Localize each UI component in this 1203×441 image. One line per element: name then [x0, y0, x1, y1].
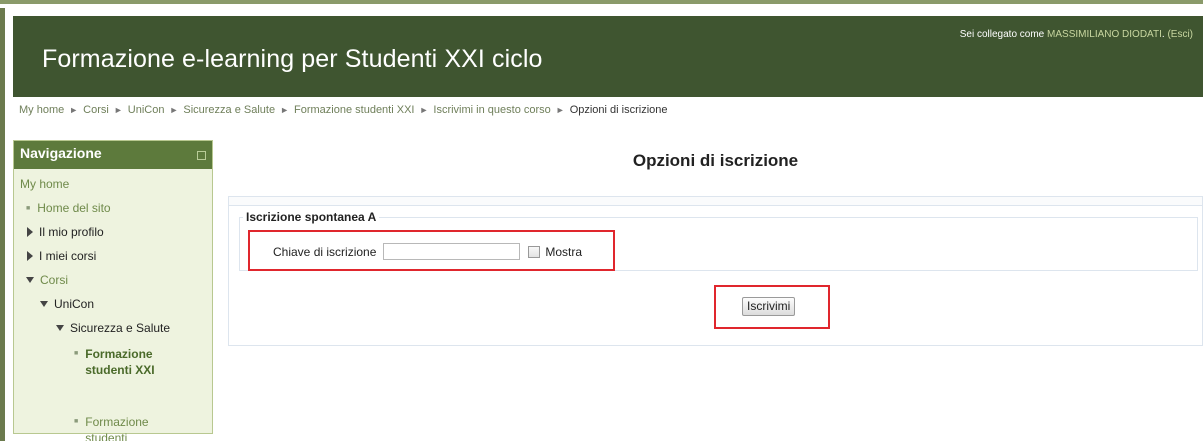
form-top-strip	[229, 197, 1202, 206]
fieldset-legend: Iscrizione spontanea A	[243, 210, 380, 224]
breadcrumb-separator-icon: ►	[419, 105, 429, 115]
enrol-me-button[interactable]: Iscrivimi	[742, 297, 796, 316]
collapse-arrow-icon	[56, 325, 64, 331]
nav-item-my-home[interactable]: My home	[20, 177, 69, 191]
bullet-icon: ■	[26, 205, 31, 212]
breadcrumb-separator-icon: ►	[169, 105, 179, 115]
bullet-icon: ■	[74, 418, 79, 425]
site-title: Formazione e-learning per Studenti XXI c…	[42, 45, 543, 73]
nav-item-label: Corsi	[40, 273, 69, 287]
nav-item-i-miei-corsi[interactable]: I miei corsi	[27, 249, 96, 263]
user-profile-link[interactable]: MASSIMILIANO DIODATI	[1047, 29, 1162, 40]
breadcrumb-unicon[interactable]: UniCon	[128, 104, 165, 116]
nav-item-label: Formazione studenti XXI	[85, 347, 155, 377]
breadcrumb-current: Opzioni di iscrizione	[569, 104, 668, 116]
navigation-block: Navigazione My home ■ Home del sito Il mi…	[13, 140, 213, 441]
enrolment-form: Iscrizione spontanea A Chiave di iscrizi…	[228, 196, 1203, 346]
nav-item-il-mio-profilo[interactable]: Il mio profilo	[27, 225, 104, 239]
navigation-title: Navigazione	[20, 145, 102, 161]
nav-item-unicon[interactable]: UniCon	[40, 297, 94, 311]
collapse-arrow-icon	[26, 277, 34, 283]
navigation-header: Navigazione	[14, 141, 212, 169]
page-left-border	[0, 8, 8, 441]
enrolment-key-input[interactable]	[383, 243, 521, 260]
self-enrolment-fieldset: Iscrizione spontanea A Chiave di iscrizi…	[239, 210, 1198, 271]
breadcrumb-separator-icon: ►	[69, 105, 79, 115]
breadcrumb-sicurezza[interactable]: Sicurezza e Salute	[183, 104, 275, 116]
expand-arrow-icon	[27, 251, 33, 261]
nav-item-label: UniCon	[54, 297, 95, 311]
enrolment-key-label: Chiave di iscrizione	[273, 244, 377, 259]
breadcrumb: My home ► Corsi ► UniCon ► Sicurezza e Salute ►…	[19, 104, 668, 116]
bullet-icon: ■	[74, 350, 79, 357]
logout-link[interactable]: (Esci)	[1167, 29, 1193, 40]
nav-item-corsi[interactable]: Corsi	[26, 273, 68, 287]
page-top-border	[0, 0, 1203, 8]
collapse-arrow-icon	[40, 301, 48, 307]
nav-item-label: Formazione studenti	[85, 415, 149, 441]
nav-item-home-del-sito[interactable]: ■ Home del sito	[26, 201, 111, 215]
nav-item-label: I miei corsi	[39, 249, 97, 263]
show-key-label[interactable]: Mostra	[545, 245, 582, 259]
page-title: Opzioni di iscrizione	[632, 151, 799, 170]
nav-item-label: Home del sito	[37, 201, 111, 215]
breadcrumb-corsi[interactable]: Corsi	[83, 104, 109, 116]
login-prefix: Sei collegato come	[959, 29, 1048, 40]
breadcrumb-formazione[interactable]: Formazione studenti XXI	[294, 104, 414, 116]
nav-item-label: Il mio profilo	[39, 225, 104, 239]
login-info: Sei collegato come MASSIMILIANO DIODATI.…	[959, 29, 1193, 40]
dock-block-icon[interactable]	[197, 151, 206, 160]
nav-item-formazione-studenti[interactable]: ■ Formazione studenti	[74, 414, 175, 441]
enrolment-key-row: Chiave di iscrizione Mostra	[273, 243, 582, 260]
show-key-checkbox[interactable]	[528, 245, 541, 258]
nav-item-label: Sicurezza e Salute	[70, 321, 171, 335]
expand-arrow-icon	[27, 227, 33, 237]
nav-item-sicurezza-e-salute[interactable]: Sicurezza e Salute	[56, 321, 170, 335]
breadcrumb-separator-icon: ►	[280, 105, 290, 115]
site-header: Formazione e-learning per Studenti XXI c…	[13, 16, 1203, 97]
breadcrumb-separator-icon: ►	[555, 105, 565, 115]
breadcrumb-separator-icon: ►	[113, 105, 123, 115]
nav-item-label: My home	[20, 177, 70, 191]
nav-item-formazione-studenti-xxi[interactable]: ■ Formazione studenti XXI	[74, 346, 175, 378]
breadcrumb-my-home[interactable]: My home	[19, 104, 64, 116]
breadcrumb-iscrivimi[interactable]: Iscrivimi in questo corso	[433, 104, 550, 116]
